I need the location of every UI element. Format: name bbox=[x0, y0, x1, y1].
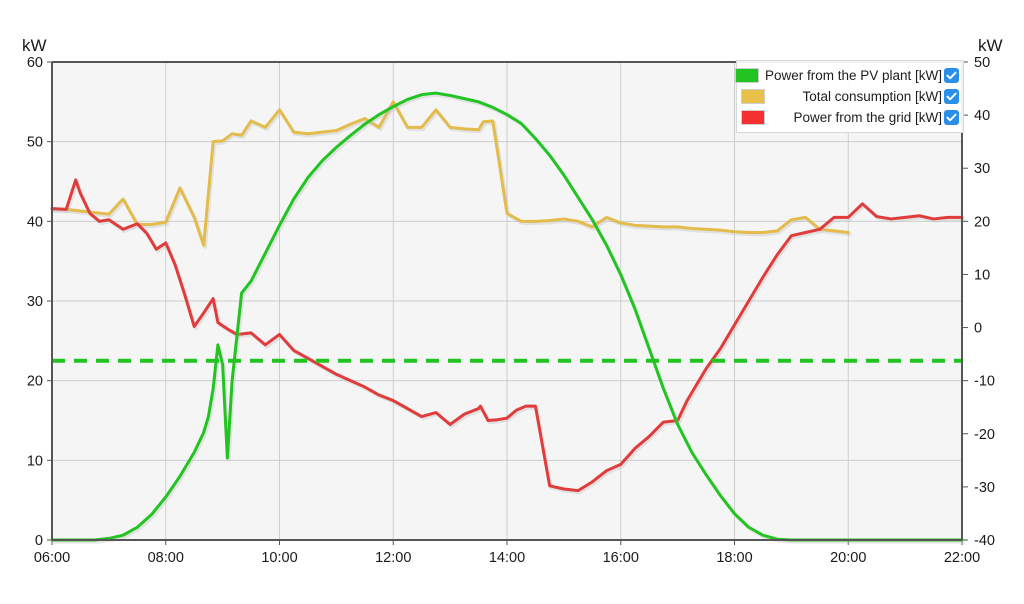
left-axis-tick-label: 10 bbox=[27, 453, 43, 469]
legend-color-swatch-pv bbox=[734, 68, 759, 83]
legend-checkbox-pv[interactable] bbox=[944, 68, 959, 83]
left-axis-tick-label: 50 bbox=[27, 135, 43, 151]
x-axis-tick-label: 20:00 bbox=[830, 550, 866, 566]
legend-item[interactable]: Power from the grid [kW] bbox=[741, 107, 959, 128]
x-axis-tick-label: 08:00 bbox=[148, 550, 184, 566]
right-axis-tick-label: 40 bbox=[974, 108, 990, 124]
chart-container: 60 50 40 30 20 10 0 50 40 30 20 10 0 -10 -20 -30 -40 06:0… bbox=[0, 0, 1024, 604]
right-axis-tick-label: 20 bbox=[974, 214, 990, 230]
x-axis-tick-label: 06:00 bbox=[34, 550, 70, 566]
legend-item[interactable]: Total consumption [kW] bbox=[741, 86, 959, 107]
right-axis-tick-label: 10 bbox=[974, 267, 990, 283]
x-axis-tick-label: 10:00 bbox=[261, 550, 297, 566]
legend-checkbox-consumption[interactable] bbox=[944, 89, 959, 104]
left-axis-tick-label: 60 bbox=[27, 55, 43, 71]
legend-item[interactable]: Power from the PV plant [kW] bbox=[734, 65, 959, 86]
legend-label-consumption: Total consumption [kW] bbox=[802, 89, 942, 104]
legend-checkbox-grid[interactable] bbox=[944, 110, 959, 125]
left-axis-unit-label: kW bbox=[22, 36, 47, 55]
legend-color-swatch-grid bbox=[741, 110, 765, 125]
left-axis-tick-label: 30 bbox=[27, 294, 43, 310]
x-axis-tick-label: 14:00 bbox=[489, 550, 525, 566]
x-axis-tick-label: 22:00 bbox=[944, 550, 980, 566]
right-axis-tick-label: -40 bbox=[974, 533, 995, 549]
legend-label-grid: Power from the grid [kW] bbox=[793, 110, 942, 125]
right-axis-tick-label: -10 bbox=[974, 374, 995, 390]
right-axis-tick-label: -30 bbox=[974, 480, 995, 496]
legend-color-swatch-consumption bbox=[741, 89, 765, 104]
right-axis-unit-label: kW bbox=[978, 36, 1003, 55]
x-axis-tick-label: 12:00 bbox=[375, 550, 411, 566]
x-axis-tick-label: 16:00 bbox=[603, 550, 639, 566]
right-axis-tick-label: -20 bbox=[974, 427, 995, 443]
left-axis-tick-label: 0 bbox=[35, 533, 43, 549]
right-axis-tick-label: 0 bbox=[974, 321, 982, 337]
left-axis-tick-label: 40 bbox=[27, 214, 43, 230]
legend-label-pv: Power from the PV plant [kW] bbox=[764, 68, 942, 83]
chart-legend: Power from the PV plant [kW] Total consu… bbox=[734, 60, 964, 133]
right-axis-tick-label: 50 bbox=[974, 55, 990, 71]
x-axis-tick-label: 18:00 bbox=[716, 550, 752, 566]
left-axis-tick-label: 20 bbox=[27, 374, 43, 390]
right-axis-tick-label: 30 bbox=[974, 161, 990, 177]
